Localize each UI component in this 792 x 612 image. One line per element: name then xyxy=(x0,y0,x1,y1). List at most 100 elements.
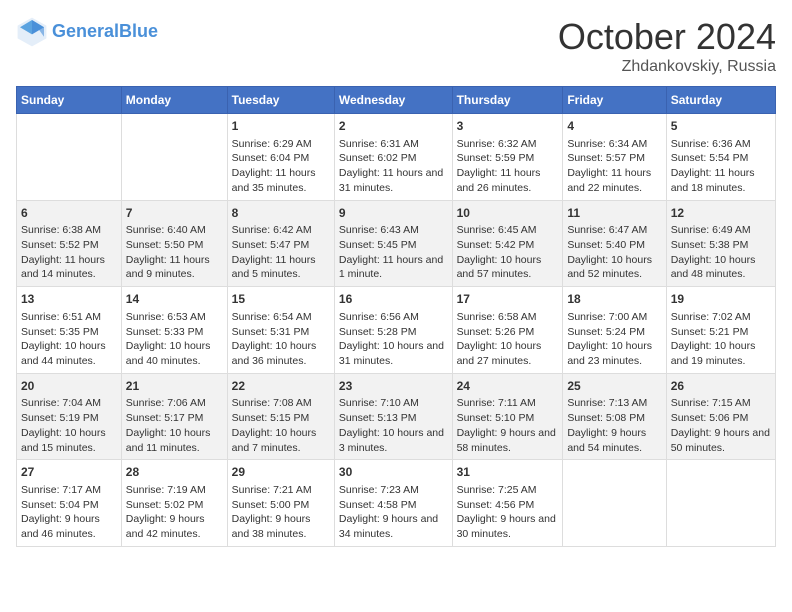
calendar-cell: 24Sunrise: 7:11 AM Sunset: 5:10 PM Dayli… xyxy=(452,373,563,460)
cell-content: Sunrise: 6:43 AM Sunset: 5:45 PM Dayligh… xyxy=(339,223,448,282)
calendar-cell: 16 Sunrise: 6:56 AM Sunset: 5:28 PM Dayli… xyxy=(334,287,452,374)
cell-content: Sunrise: 6:54 AM Sunset: 5:31 PM Dayligh… xyxy=(232,310,330,369)
calendar-cell: 10Sunrise: 6:45 AM Sunset: 5:42 PM Dayli… xyxy=(452,200,563,287)
calendar-table: SundayMondayTuesdayWednesdayThursdayFrid… xyxy=(16,86,776,547)
cell-content: Sunrise: 6:42 AM Sunset: 5:47 PM Dayligh… xyxy=(232,223,330,282)
calendar-cell: 9Sunrise: 6:43 AM Sunset: 5:45 PM Daylig… xyxy=(334,200,452,287)
logo: GeneralBlue xyxy=(16,16,158,48)
calendar-cell: 7Sunrise: 6:40 AM Sunset: 5:50 PM Daylig… xyxy=(121,200,227,287)
day-number: 9 xyxy=(339,205,448,222)
logo-icon xyxy=(16,16,48,48)
cell-content: Sunrise: 7:04 AM Sunset: 5:19 PM Dayligh… xyxy=(21,396,117,455)
cell-content: Sunrise: 6:47 AM Sunset: 5:40 PM Dayligh… xyxy=(567,223,661,282)
cell-content: Sunrise: 6:51 AM Sunset: 5:35 PM Dayligh… xyxy=(21,310,117,369)
cell-content: Sunrise: 6:31 AM Sunset: 6:02 PM Dayligh… xyxy=(339,137,448,196)
cell-content: Sunrise: 7:08 AM Sunset: 5:15 PM Dayligh… xyxy=(232,396,330,455)
day-number: 15 xyxy=(232,291,330,308)
day-number: 7 xyxy=(126,205,223,222)
calendar-cell: 1Sunrise: 6:29 AM Sunset: 6:04 PM Daylig… xyxy=(227,114,334,201)
cell-content: Sunrise: 7:02 AM Sunset: 5:21 PM Dayligh… xyxy=(671,310,771,369)
cell-content: Sunrise: 6:53 AM Sunset: 5:33 PM Dayligh… xyxy=(126,310,223,369)
calendar-cell: 20Sunrise: 7:04 AM Sunset: 5:19 PM Dayli… xyxy=(17,373,122,460)
calendar-week-row: 1Sunrise: 6:29 AM Sunset: 6:04 PM Daylig… xyxy=(17,114,776,201)
calendar-cell: 5 Sunrise: 6:36 AM Sunset: 5:54 PM Daylig… xyxy=(666,114,775,201)
day-number: 2 xyxy=(339,118,448,135)
day-number: 17 xyxy=(457,291,559,308)
column-header-thursday: Thursday xyxy=(452,87,563,114)
cell-content: Sunrise: 6:36 AM Sunset: 5:54 PM Dayligh… xyxy=(671,137,771,196)
day-number: 1 xyxy=(232,118,330,135)
day-number: 23 xyxy=(339,378,448,395)
cell-content: Sunrise: 6:40 AM Sunset: 5:50 PM Dayligh… xyxy=(126,223,223,282)
cell-content: Sunrise: 7:10 AM Sunset: 5:13 PM Dayligh… xyxy=(339,396,448,455)
column-header-sunday: Sunday xyxy=(17,87,122,114)
day-number: 20 xyxy=(21,378,117,395)
calendar-cell: 13Sunrise: 6:51 AM Sunset: 5:35 PM Dayli… xyxy=(17,287,122,374)
cell-content: Sunrise: 7:19 AM Sunset: 5:02 PM Dayligh… xyxy=(126,483,223,542)
logo-line2: Blue xyxy=(119,21,158,41)
calendar-cell: 14Sunrise: 6:53 AM Sunset: 5:33 PM Dayli… xyxy=(121,287,227,374)
day-number: 16 xyxy=(339,291,448,308)
day-number: 10 xyxy=(457,205,559,222)
cell-content: Sunrise: 7:21 AM Sunset: 5:00 PM Dayligh… xyxy=(232,483,330,542)
calendar-cell: 6Sunrise: 6:38 AM Sunset: 5:52 PM Daylig… xyxy=(17,200,122,287)
column-header-monday: Monday xyxy=(121,87,227,114)
calendar-cell: 12Sunrise: 6:49 AM Sunset: 5:38 PM Dayli… xyxy=(666,200,775,287)
cell-content: Sunrise: 7:23 AM Sunset: 4:58 PM Dayligh… xyxy=(339,483,448,542)
day-number: 31 xyxy=(457,464,559,481)
day-number: 28 xyxy=(126,464,223,481)
calendar-cell xyxy=(17,114,122,201)
day-number: 25 xyxy=(567,378,661,395)
calendar-cell xyxy=(563,460,666,547)
day-number: 18 xyxy=(567,291,661,308)
calendar-cell: 31 Sunrise: 7:25 AM Sunset: 4:56 PM Dayli… xyxy=(452,460,563,547)
day-number: 4 xyxy=(567,118,661,135)
page-header: GeneralBlue October 2024 Zhdankovskiy, R… xyxy=(16,16,776,76)
cell-content: Sunrise: 7:15 AM Sunset: 5:06 PM Dayligh… xyxy=(671,396,771,455)
cell-content: Sunrise: 7:11 AM Sunset: 5:10 PM Dayligh… xyxy=(457,396,559,455)
logo-line1: General xyxy=(52,21,119,41)
cell-content: Sunrise: 6:58 AM Sunset: 5:26 PM Dayligh… xyxy=(457,310,559,369)
calendar-week-row: 13Sunrise: 6:51 AM Sunset: 5:35 PM Dayli… xyxy=(17,287,776,374)
cell-content: Sunrise: 7:00 AM Sunset: 5:24 PM Dayligh… xyxy=(567,310,661,369)
calendar-cell: 17 Sunrise: 6:58 AM Sunset: 5:26 PM Dayli… xyxy=(452,287,563,374)
day-number: 5 xyxy=(671,118,771,135)
title-block: October 2024 Zhdankovskiy, Russia xyxy=(558,16,776,76)
cell-content: Sunrise: 6:49 AM Sunset: 5:38 PM Dayligh… xyxy=(671,223,771,282)
cell-content: Sunrise: 7:17 AM Sunset: 5:04 PM Dayligh… xyxy=(21,483,117,542)
calendar-cell: 18 Sunrise: 7:00 AM Sunset: 5:24 PM Dayli… xyxy=(563,287,666,374)
day-number: 3 xyxy=(457,118,559,135)
cell-content: Sunrise: 7:13 AM Sunset: 5:08 PM Dayligh… xyxy=(567,396,661,455)
calendar-cell: 15 Sunrise: 6:54 AM Sunset: 5:31 PM Dayli… xyxy=(227,287,334,374)
calendar-cell: 26Sunrise: 7:15 AM Sunset: 5:06 PM Dayli… xyxy=(666,373,775,460)
calendar-cell: 29 Sunrise: 7:21 AM Sunset: 5:00 PM Dayli… xyxy=(227,460,334,547)
day-number: 29 xyxy=(232,464,330,481)
cell-content: Sunrise: 6:45 AM Sunset: 5:42 PM Dayligh… xyxy=(457,223,559,282)
cell-content: Sunrise: 7:25 AM Sunset: 4:56 PM Dayligh… xyxy=(457,483,559,542)
calendar-header-row: SundayMondayTuesdayWednesdayThursdayFrid… xyxy=(17,87,776,114)
cell-content: Sunrise: 6:56 AM Sunset: 5:28 PM Dayligh… xyxy=(339,310,448,369)
cell-content: Sunrise: 7:06 AM Sunset: 5:17 PM Dayligh… xyxy=(126,396,223,455)
day-number: 8 xyxy=(232,205,330,222)
column-header-wednesday: Wednesday xyxy=(334,87,452,114)
calendar-cell: 30 Sunrise: 7:23 AM Sunset: 4:58 PM Dayli… xyxy=(334,460,452,547)
calendar-week-row: 20Sunrise: 7:04 AM Sunset: 5:19 PM Dayli… xyxy=(17,373,776,460)
cell-content: Sunrise: 6:32 AM Sunset: 5:59 PM Dayligh… xyxy=(457,137,559,196)
day-number: 6 xyxy=(21,205,117,222)
day-number: 26 xyxy=(671,378,771,395)
cell-content: Sunrise: 6:34 AM Sunset: 5:57 PM Dayligh… xyxy=(567,137,661,196)
column-header-friday: Friday xyxy=(563,87,666,114)
location-title: Zhdankovskiy, Russia xyxy=(558,58,776,76)
calendar-cell: 4 Sunrise: 6:34 AM Sunset: 5:57 PM Daylig… xyxy=(563,114,666,201)
calendar-cell: 19Sunrise: 7:02 AM Sunset: 5:21 PM Dayli… xyxy=(666,287,775,374)
month-title: October 2024 xyxy=(558,16,776,58)
calendar-week-row: 6Sunrise: 6:38 AM Sunset: 5:52 PM Daylig… xyxy=(17,200,776,287)
calendar-cell: 11Sunrise: 6:47 AM Sunset: 5:40 PM Dayli… xyxy=(563,200,666,287)
calendar-cell: 27Sunrise: 7:17 AM Sunset: 5:04 PM Dayli… xyxy=(17,460,122,547)
calendar-cell xyxy=(121,114,227,201)
calendar-week-row: 27Sunrise: 7:17 AM Sunset: 5:04 PM Dayli… xyxy=(17,460,776,547)
column-header-saturday: Saturday xyxy=(666,87,775,114)
day-number: 30 xyxy=(339,464,448,481)
calendar-cell: 2 Sunrise: 6:31 AM Sunset: 6:02 PM Daylig… xyxy=(334,114,452,201)
calendar-cell xyxy=(666,460,775,547)
